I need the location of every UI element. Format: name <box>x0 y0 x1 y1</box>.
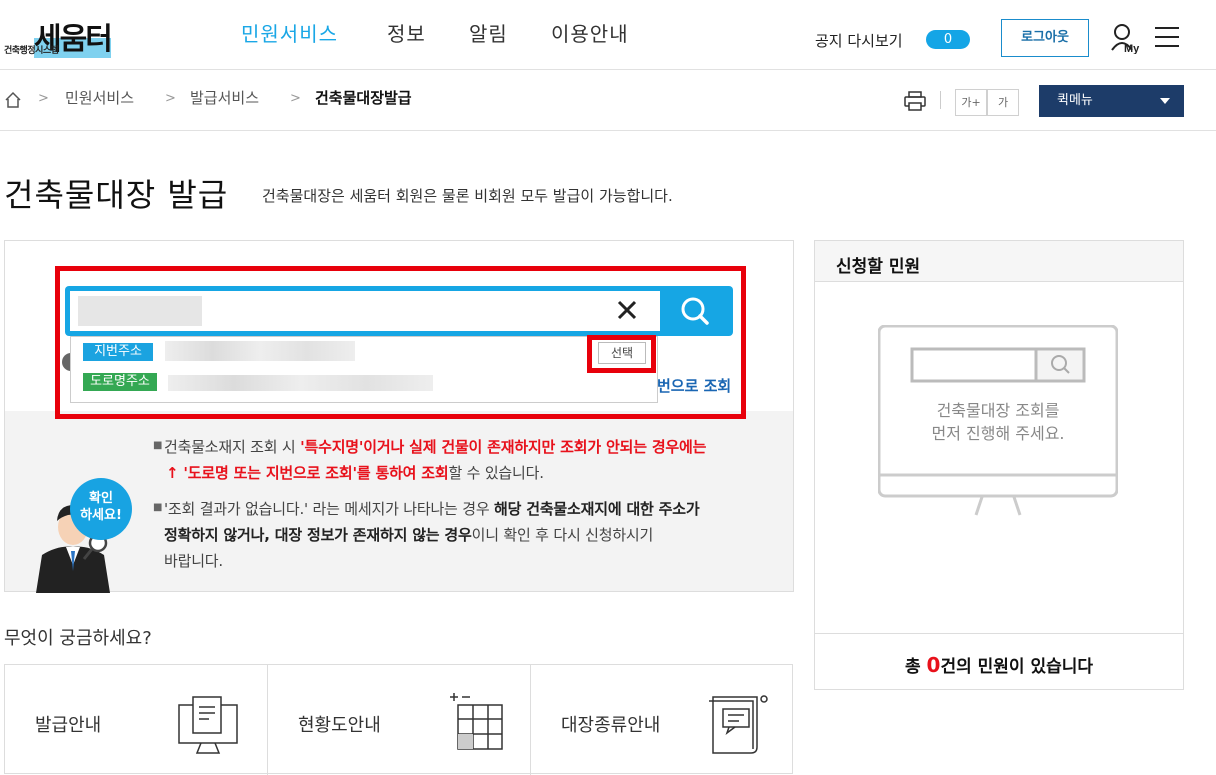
apply-total: 총 0건의 민원이 있습니다 <box>815 633 1183 689</box>
chevron-right-icon: > <box>38 91 49 106</box>
document-monitor-icon <box>178 696 238 754</box>
my-label: My <box>1124 43 1140 54</box>
highlight-box-search <box>55 266 746 419</box>
notice-count-badge[interactable]: 0 <box>926 30 970 49</box>
chevron-right-icon: > <box>290 91 301 106</box>
nav-notice[interactable]: 알림 <box>469 18 508 47</box>
my-page-icon[interactable]: My <box>1110 22 1144 54</box>
header: 세움터 건축행정시스템 민원서비스 정보 알림 이용안내 공지 다시보기 0 로… <box>0 0 1216 70</box>
font-size-decrease-button[interactable]: 가 <box>987 89 1019 116</box>
breadcrumb-current: 건축물대장발급 <box>315 89 412 107</box>
breadcrumb-issue-service[interactable]: 발급서비스 <box>190 87 259 108</box>
apply-panel-title: 신청할 민원 <box>815 241 1183 282</box>
check-bubble: 확인 하세요! <box>70 478 132 540</box>
grid-plan-icon <box>450 693 503 750</box>
faq-list: 발급안내 현황도안내 대장종류안내 <box>4 664 794 775</box>
hamburger-menu-icon[interactable] <box>1155 27 1179 47</box>
faq-label: 대장종류안내 <box>561 715 661 736</box>
info-line-1: 건축물소재지 조회 시 '특수지명'이거나 실제 건물이 존재하지만 조회가 안… <box>164 438 707 456</box>
logout-button[interactable]: 로그아웃 <box>1001 19 1089 57</box>
bullet: ■ <box>153 440 163 451</box>
breadcrumb-civil-service[interactable]: 민원서비스 <box>65 87 134 108</box>
font-size-increase-button[interactable]: 가+ <box>955 89 987 116</box>
bullet: ■ <box>153 502 163 513</box>
faq-title: 무엇이 궁금하세요? <box>4 628 152 649</box>
faq-label: 발급안내 <box>35 715 102 736</box>
info-line-3: '조회 결과가 없습니다.' 라는 메세지가 나타나는 경우 해당 건축물소재지… <box>164 500 700 518</box>
faq-issue-guide[interactable]: 발급안내 <box>5 665 268 775</box>
seumteo-logo[interactable]: 세움터 건축행정시스템 <box>4 14 138 58</box>
info-line-4: 정확하지 않거나, 대장 정보가 존재하지 않는 경우이니 확인 후 다시 신청… <box>164 526 654 544</box>
home-icon[interactable] <box>4 91 22 109</box>
print-icon[interactable] <box>904 91 926 111</box>
nav-civil-service[interactable]: 민원서비스 <box>241 18 338 47</box>
info-line-5: 바랍니다. <box>164 552 223 570</box>
faq-register-types[interactable]: 대장종류안내 <box>531 665 794 775</box>
nav-info[interactable]: 정보 <box>387 18 426 47</box>
logo-subtitle: 건축행정시스템 <box>4 46 59 56</box>
breadcrumb: > 민원서비스 > 발급서비스 > 건축물대장발급 가+ 가 퀵메뉴 <box>0 71 1216 131</box>
info-line-2: ↑ '도로명 또는 지번으로 조회'를 통하여 조회할 수 있습니다. <box>166 464 544 482</box>
quick-menu-dropdown[interactable]: 퀵메뉴 <box>1039 85 1184 117</box>
caret-down-icon <box>1160 98 1170 104</box>
nav-guide[interactable]: 이용안내 <box>551 18 629 47</box>
chevron-right-icon: > <box>165 91 176 106</box>
scroll-chat-icon <box>709 695 768 754</box>
quick-menu-label: 퀵메뉴 <box>1057 93 1093 108</box>
apply-empty-message: 건축물대장 조회를 먼저 진행해 주세요. <box>931 401 1065 443</box>
page-description: 건축물대장은 세움터 회원은 물론 비회원 모두 발급이 가능합니다. <box>262 187 673 205</box>
faq-status-guide[interactable]: 현황도안내 <box>268 665 531 775</box>
divider <box>940 91 941 109</box>
notice-replay-label[interactable]: 공지 다시보기 <box>815 30 903 51</box>
faq-label: 현황도안내 <box>298 715 381 736</box>
page-title: 건축물대장 발급 <box>4 176 229 214</box>
